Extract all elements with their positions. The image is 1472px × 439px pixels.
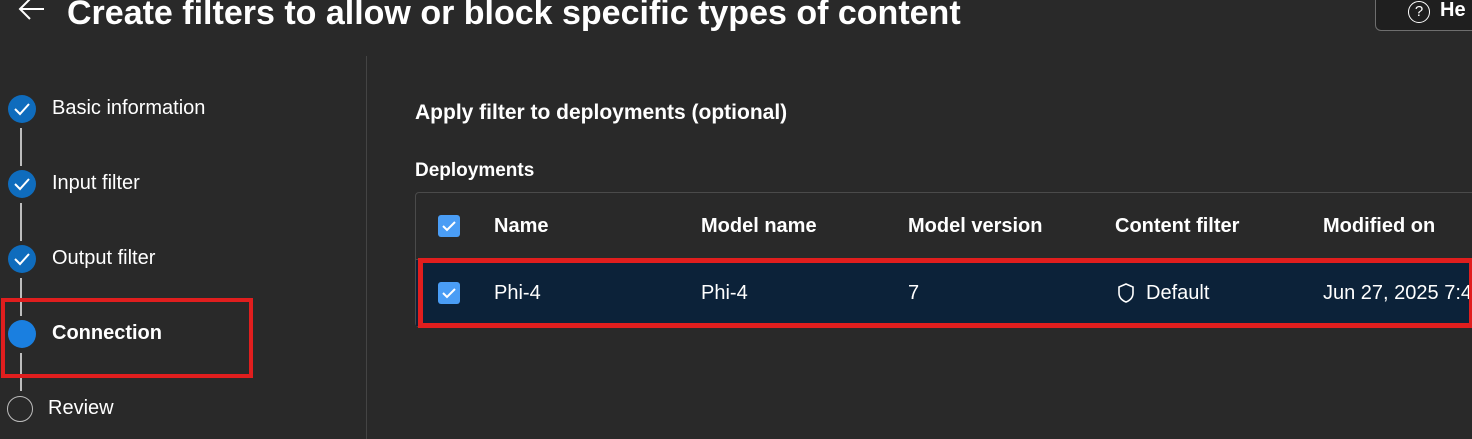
step-complete-icon (8, 245, 36, 273)
section-title: Apply filter to deployments (optional) (415, 101, 788, 124)
step-complete-icon (8, 95, 36, 123)
step-label: Input filter (52, 172, 140, 194)
help-label: He (1440, 0, 1466, 21)
panel-divider (366, 56, 367, 439)
page-title: Create filters to allow or block specifi… (67, 0, 961, 32)
step-review[interactable]: Review (0, 391, 360, 427)
help-icon: ? (1408, 1, 1430, 23)
step-connector (20, 128, 22, 166)
back-arrow-icon[interactable] (16, 0, 48, 26)
step-label: Review (48, 397, 114, 419)
step-connector (20, 203, 22, 241)
step-input-filter[interactable]: Input filter (0, 166, 360, 202)
step-label: Basic information (52, 97, 206, 119)
column-header-name[interactable]: Name (494, 215, 548, 238)
column-header-model-name[interactable]: Model name (701, 215, 817, 238)
help-button[interactable]: ? He (1375, 0, 1472, 31)
select-all-checkbox[interactable] (438, 215, 460, 237)
deployments-label: Deployments (415, 160, 535, 181)
highlight-box (418, 258, 1472, 328)
highlight-box (1, 298, 253, 378)
wizard-steps: Basic information Input filter Output fi… (0, 56, 366, 439)
step-label: Output filter (52, 247, 156, 269)
step-complete-icon (8, 170, 36, 198)
column-header-model-version[interactable]: Model version (908, 215, 1042, 238)
page-header: Create filters to allow or block specifi… (0, 0, 1472, 40)
column-header-modified-on[interactable]: Modified on (1323, 215, 1435, 238)
table-header-row: Name Model name Model version Content fi… (416, 193, 1472, 260)
step-output-filter[interactable]: Output filter (0, 241, 360, 277)
step-basic-information[interactable]: Basic information (0, 91, 360, 127)
step-pending-icon (7, 396, 33, 422)
column-header-content-filter[interactable]: Content filter (1115, 215, 1239, 238)
